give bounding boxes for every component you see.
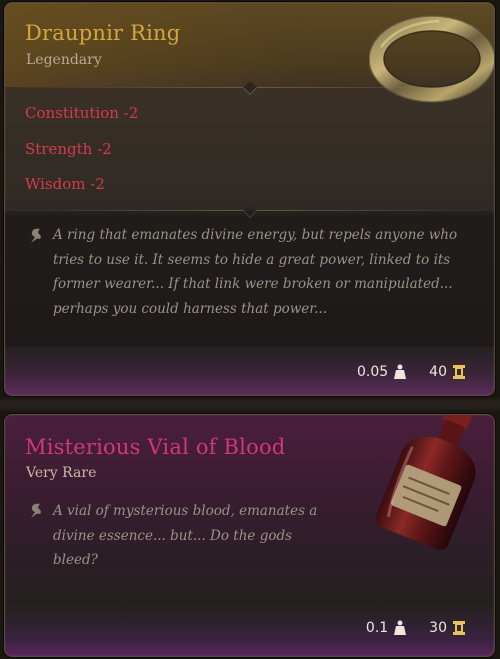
item-footer: 0.1 30 (366, 620, 466, 636)
item-weight: 0.05 (357, 364, 389, 380)
item-rarity: Very Rare (26, 465, 97, 481)
blood-vial-icon (375, 415, 476, 550)
feather-icon (31, 228, 41, 243)
item-value: 30 (429, 620, 447, 636)
stat-strength: Strength -2 (25, 140, 112, 158)
weight-icon (394, 620, 407, 635)
stat-wisdom: Wisdom -2 (25, 175, 105, 193)
gold-coin-icon (453, 621, 465, 635)
item-title: Draupnir Ring (25, 21, 181, 45)
item-footer: 0.05 40 (357, 364, 466, 380)
stat-constitution: Constitution -2 (25, 104, 139, 122)
item-description: A vial of mysterious blood, emanates a d… (53, 503, 318, 568)
item-rarity: Legendary (26, 52, 102, 68)
weight-icon (394, 364, 407, 379)
item-tooltip-draupnir-ring: Draupnir Ring Legendary Constitution -2 … (4, 2, 495, 396)
header-divider (5, 80, 494, 96)
item-title: Misterious Vial of Blood (25, 435, 286, 459)
tooltip-separator (0, 397, 500, 412)
item-description: A ring that emanates divine energy, but … (53, 227, 458, 317)
gold-coin-icon (453, 365, 465, 379)
item-weight: 0.1 (365, 620, 389, 636)
item-tooltip-vial-of-blood: Misterious Vial of Blood Very Rare A via… (4, 414, 495, 657)
gold-ring-icon (369, 15, 494, 103)
item-value: 40 (429, 364, 447, 380)
feather-icon (31, 503, 41, 518)
